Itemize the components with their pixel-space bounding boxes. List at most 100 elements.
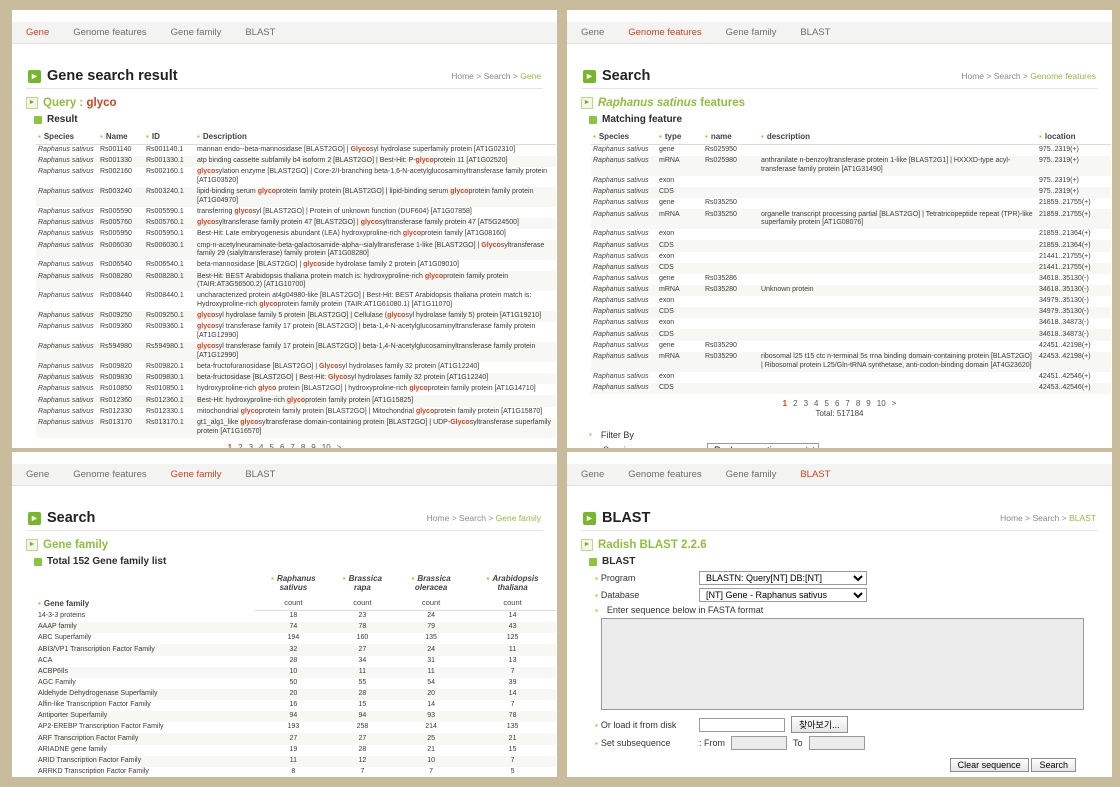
table-row[interactable]: ABC Superfamily 194 160 135 125 <box>36 633 556 644</box>
table-row[interactable]: Raphanus sativus Rs005590 Rs005590.1 transf… <box>36 207 556 218</box>
expand-icon[interactable]: ► <box>26 539 38 551</box>
cell-name[interactable]: Rs005950 <box>98 229 144 240</box>
page-link[interactable]: 2 <box>793 399 797 408</box>
cell-name[interactable]: Rs012360 <box>98 395 144 407</box>
cell-id[interactable]: Rs008440.1 <box>144 291 195 311</box>
page-link[interactable]: 5 <box>824 399 828 408</box>
cell-name[interactable]: Rs009830 <box>98 373 144 385</box>
page-link[interactable]: 2 <box>238 443 242 449</box>
cell-name[interactable] <box>703 382 759 394</box>
table-row[interactable]: Raphanus sativus mRNA Rs025980 anthranilate… <box>591 156 1111 176</box>
table-row[interactable]: ARRKD Transcription Factor Family 8 7 7 5 <box>36 767 556 777</box>
cell-name[interactable]: Rs594980 <box>98 342 144 362</box>
page-link[interactable]: 9 <box>866 399 870 408</box>
cell-name[interactable] <box>703 307 759 319</box>
table-row[interactable]: Raphanus sativus Rs001140 Rs001140.1 mannan… <box>36 145 556 157</box>
blast-search-button[interactable]: Search <box>1031 758 1076 772</box>
cell-name[interactable] <box>703 329 759 341</box>
col-description[interactable]: ▪ description <box>759 129 1037 145</box>
page-link[interactable]: 8 <box>301 443 305 449</box>
table-row[interactable]: ACBP6Ils 10 11 11 7 <box>36 666 556 678</box>
tab-gene-family[interactable]: Gene family <box>171 469 222 480</box>
tab-gene-family[interactable]: Gene family <box>171 27 222 38</box>
cell-name[interactable]: Rs006540 <box>98 260 144 271</box>
table-row[interactable]: Raphanus sativus Rs008280 Rs008280.1 Best-H… <box>36 271 556 292</box>
cell-id[interactable]: Rs003240.1 <box>144 187 195 207</box>
table-row[interactable]: Raphanus sativus Rs013170 Rs013170.1 gt1_al… <box>36 417 556 438</box>
breadcrumb-current[interactable]: Gene family <box>496 513 541 523</box>
cell-name[interactable]: Rs006030 <box>98 240 144 261</box>
cell-name[interactable]: Rs035286 <box>703 274 759 285</box>
table-row[interactable]: Raphanus sativus exon 21859..21364(+) <box>591 229 1111 240</box>
col-location[interactable]: ▪ location <box>1037 129 1111 145</box>
tab-gene[interactable]: Gene <box>581 469 604 480</box>
col-rs[interactable]: ▪ Raphanus sativus <box>255 571 332 595</box>
cell-name[interactable]: Rs002160 <box>98 167 144 187</box>
cell-id[interactable]: Rs005760.1 <box>144 218 195 230</box>
table-row[interactable]: Raphanus sativus Rs009830 Rs009830.1 beta-f… <box>36 373 556 385</box>
col-gene-family[interactable]: ▪ Gene family <box>36 571 255 611</box>
expand-icon[interactable]: ► <box>26 97 38 109</box>
cell-name[interactable]: Rs005590 <box>98 207 144 218</box>
cell-name[interactable]: Rs035280 <box>703 284 759 296</box>
col-id[interactable]: ▪ ID <box>144 129 195 145</box>
cell-name[interactable]: Rs025980 <box>703 156 759 176</box>
cell-name[interactable] <box>703 372 759 383</box>
cell-family[interactable]: Aldehyde Dehydrogenase Superfamily <box>36 688 255 700</box>
cell-name[interactable]: Rs013170 <box>98 417 144 438</box>
tab-blast[interactable]: BLAST <box>245 469 275 480</box>
cell-family[interactable]: ABI3/VP1 Transcription Factor Family <box>36 644 255 656</box>
tab-gene[interactable]: Gene <box>581 27 604 38</box>
table-row[interactable]: Raphanus sativus gene Rs025950 975..2319(+) <box>591 145 1111 157</box>
cell-name[interactable]: Rs009820 <box>98 362 144 373</box>
cell-family[interactable]: Antiporter Superfamily <box>36 711 255 723</box>
cell-name[interactable]: Rs001140 <box>98 145 144 157</box>
page-link[interactable]: 4 <box>259 443 263 449</box>
table-row[interactable]: Raphanus sativus Rs010850 Rs010850.1 hydrox… <box>36 384 556 395</box>
table-row[interactable]: Raphanus sativus Rs012330 Rs012330.1 mitoch… <box>36 407 556 418</box>
table-row[interactable]: Raphanus sativus gene Rs035290 42451..42198… <box>591 341 1111 352</box>
cell-family[interactable]: ACBP6Ils <box>36 666 255 678</box>
cell-family[interactable]: ARIADNE gene family <box>36 745 255 756</box>
file-path-input[interactable] <box>699 717 785 732</box>
sequence-textarea[interactable] <box>601 618 1084 710</box>
col-at[interactable]: ▪ Arabidopsis thaliana <box>469 571 556 595</box>
cell-name[interactable] <box>703 176 759 187</box>
cell-family[interactable]: 14-3-3 proteins <box>36 611 255 623</box>
cell-name[interactable]: Rs008440 <box>98 291 144 311</box>
page-link[interactable]: 5 <box>269 443 273 449</box>
table-row[interactable]: Raphanus sativus Rs009250 Rs009250.1 glycos… <box>36 311 556 323</box>
cell-family[interactable]: Alfin-like Transcription Factor Family <box>36 700 255 711</box>
tab-blast[interactable]: BLAST <box>800 469 830 480</box>
cell-name[interactable] <box>703 318 759 329</box>
table-row[interactable]: Raphanus sativus Rs009820 Rs009820.1 beta-f… <box>36 362 556 373</box>
page-link[interactable]: 3 <box>804 399 808 408</box>
table-row[interactable]: Raphanus sativus Rs012360 Rs012360.1 Best-H… <box>36 395 556 407</box>
cell-name[interactable]: Rs009360 <box>98 322 144 342</box>
page-link[interactable]: 6 <box>280 443 284 449</box>
table-row[interactable]: Raphanus sativus Rs008440 Rs008440.1 unchar… <box>36 291 556 311</box>
table-row[interactable]: Raphanus sativus CDS 975..2319(+) <box>591 187 1111 199</box>
page-link[interactable]: 8 <box>856 399 860 408</box>
table-row[interactable]: Raphanus sativus mRNA Rs035290 ribosomal l2… <box>591 351 1111 372</box>
table-row[interactable]: Raphanus sativus CDS 21859..21364(+) <box>591 240 1111 252</box>
table-row[interactable]: Raphanus sativus exon 34979..35130(-) <box>591 296 1111 307</box>
cell-name[interactable] <box>703 187 759 199</box>
cell-name[interactable]: Rs035290 <box>703 341 759 352</box>
table-row[interactable]: Raphanus sativus Rs005950 Rs005950.1 Best-H… <box>36 229 556 240</box>
table-row[interactable]: AGC Family 50 55 54 39 <box>36 678 556 689</box>
cell-name[interactable]: Rs003240 <box>98 187 144 207</box>
page-link[interactable]: 1 <box>783 399 787 408</box>
expand-icon[interactable]: ► <box>581 539 593 551</box>
col-name[interactable]: ▪ Name <box>98 129 144 145</box>
tab-blast[interactable]: BLAST <box>800 27 830 38</box>
tab-genome-features[interactable]: Genome features <box>628 469 701 480</box>
cell-id[interactable]: Rs005950.1 <box>144 229 195 240</box>
col-species[interactable]: ▪ Species <box>591 129 657 145</box>
cell-id[interactable]: Rs001140.1 <box>144 145 195 157</box>
table-row[interactable]: Raphanus sativus Rs594980 Rs594980.1 glycos… <box>36 342 556 362</box>
cell-family[interactable]: ABC Superfamily <box>36 633 255 644</box>
cell-family[interactable]: AAAP family <box>36 622 255 634</box>
cell-id[interactable]: Rs013170.1 <box>144 417 195 438</box>
col-description[interactable]: ▪ Description <box>195 129 556 145</box>
